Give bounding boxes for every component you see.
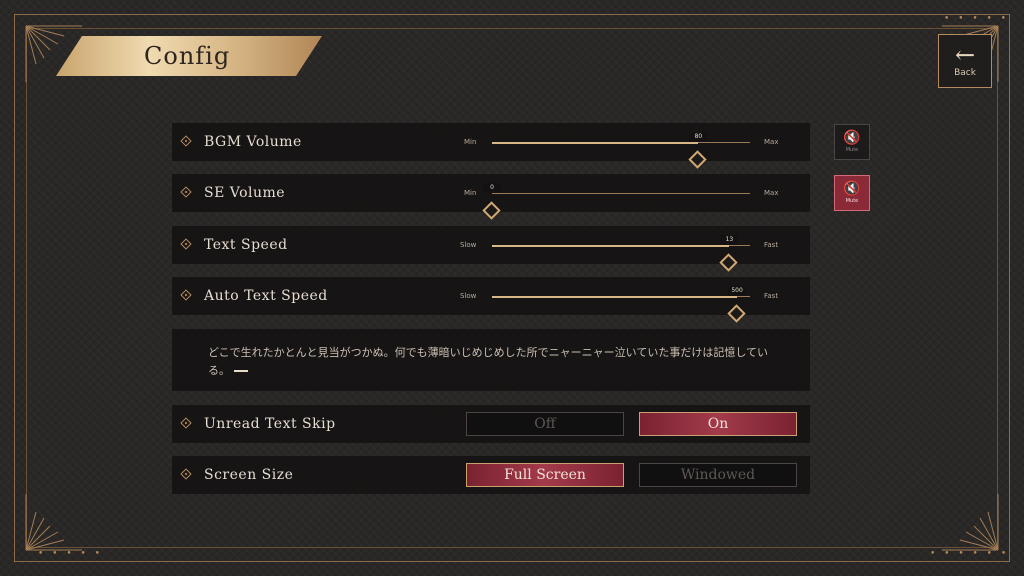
text-speed-fast-label: Fast (764, 241, 779, 249)
se-mute-button[interactable]: 🔇 Mute (834, 175, 870, 211)
preview-text-container: どこで生れたかとんと見当がつかぬ。何でも薄暗いじめじめした所でニャーニャー泣いて… (208, 344, 778, 380)
back-button[interactable]: ← Back (938, 34, 992, 88)
bgm-max-label: Max (764, 138, 779, 146)
se-volume-slider[interactable]: 0 (482, 183, 750, 220)
auto-speed-slow-label: Slow (460, 292, 477, 300)
bgm-volume-label: BGM Volume (204, 134, 302, 150)
skip-off-button[interactable]: Off (466, 412, 624, 436)
text-speed-fill (492, 244, 730, 247)
title-banner: Config (56, 36, 322, 76)
se-volume-value: 0 (483, 183, 501, 193)
screen-size-row: Screen Size Full Screen Windowed (172, 456, 810, 494)
diamond-bullet-icon (180, 468, 192, 480)
auto-text-speed-row: Auto Text Speed Slow 500 Fast (172, 277, 810, 323)
se-volume-row: SE Volume Min 0 Max (172, 174, 810, 220)
screen-size-label: Screen Size (204, 467, 294, 483)
windowed-button[interactable]: Windowed (639, 463, 797, 487)
diamond-bullet-icon (180, 238, 192, 250)
text-speed-row: Text Speed Slow 13 Fast (172, 226, 810, 272)
auto-text-speed-label: Auto Text Speed (204, 288, 328, 304)
page-title: Config (144, 42, 231, 70)
auto-text-speed-fill (492, 295, 738, 298)
se-min-label: Min (464, 189, 477, 197)
diamond-bullet-icon (180, 289, 192, 301)
bgm-volume-slider[interactable]: 80 (492, 132, 750, 169)
unread-text-skip-row: Unread Text Skip Off On (172, 405, 810, 443)
speaker-muted-icon: 🔇 (843, 181, 861, 197)
se-mute-label: Mute (845, 198, 859, 204)
unread-text-skip-label: Unread Text Skip (204, 416, 336, 432)
se-volume-label: SE Volume (204, 185, 286, 201)
auto-text-speed-slider[interactable]: 500 (492, 286, 750, 323)
text-cursor-icon (234, 370, 248, 372)
text-speed-slider[interactable]: 13 (492, 235, 750, 272)
se-max-label: Max (764, 189, 779, 197)
dots-ornament-bottom-right: • • • • • • (930, 549, 1010, 559)
bgm-mute-button[interactable]: 🔇 Mute (834, 124, 870, 160)
dots-ornament-top-right: • • • • • (944, 14, 1009, 24)
text-preview-box: どこで生れたかとんと見当がつかぬ。何でも薄暗いじめじめした所でニャーニャー泣いて… (172, 329, 810, 391)
arrow-left-icon: ← (954, 41, 976, 69)
full-screen-button[interactable]: Full Screen (466, 463, 624, 487)
auto-speed-fast-label: Fast (764, 292, 779, 300)
text-speed-label: Text Speed (204, 237, 288, 253)
bgm-volume-value: 80 (689, 132, 708, 142)
preview-text: どこで生れたかとんと見当がつかぬ。何でも薄暗いじめじめした所でニャーニャー泣いて… (208, 346, 769, 377)
diamond-bullet-icon (180, 417, 192, 429)
corner-ornament-bottom-left (25, 494, 82, 551)
text-speed-value: 13 (720, 235, 739, 245)
text-speed-slow-label: Slow (460, 241, 477, 249)
bgm-min-label: Min (464, 138, 477, 146)
diamond-bullet-icon (180, 135, 192, 147)
diamond-bullet-icon (180, 186, 192, 198)
auto-text-speed-value: 500 (728, 286, 747, 296)
bgm-volume-fill (492, 141, 699, 144)
speaker-muted-icon: 🔇 (843, 130, 861, 146)
bgm-mute-label: Mute (845, 147, 859, 153)
bgm-volume-row: BGM Volume Min 80 Max (172, 123, 810, 169)
back-label: Back (954, 68, 976, 78)
dots-ornament-bottom-left: • • • • • (38, 549, 103, 559)
skip-on-button[interactable]: On (639, 412, 797, 436)
corner-ornament-bottom-right (942, 494, 999, 551)
